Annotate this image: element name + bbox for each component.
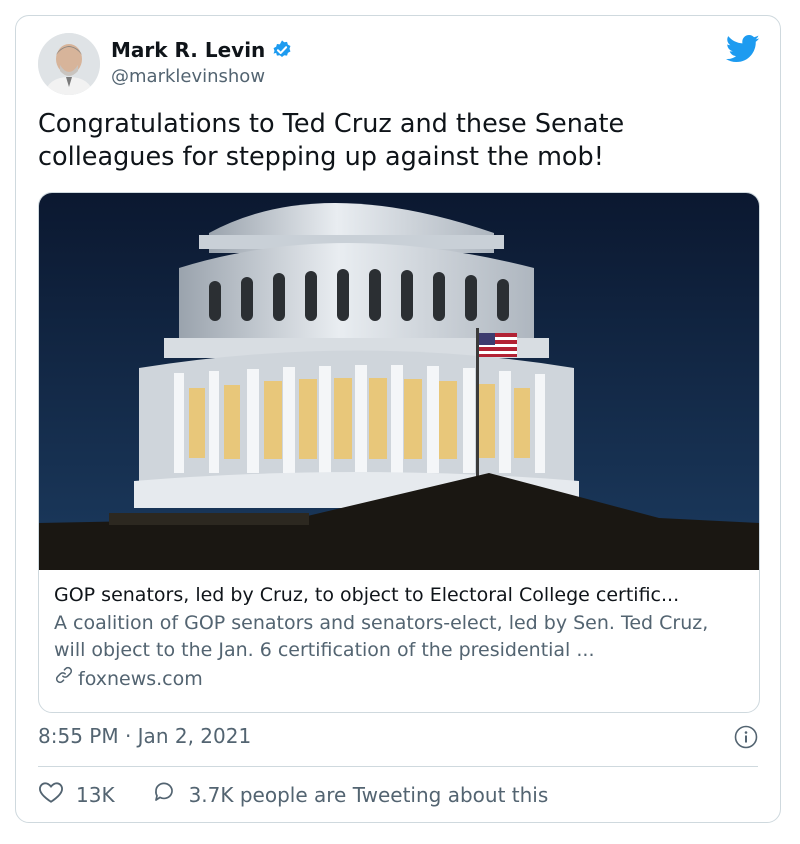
link-domain-row[interactable]: foxnews.com (54, 665, 744, 692)
link-preview-card[interactable]: GOP senators, led by Cruz, to object to … (38, 192, 760, 713)
link-title[interactable]: GOP senators, led by Cruz, to object to … (54, 582, 744, 608)
capitol-dome-image (39, 193, 759, 570)
tweet-actions: 13K 3.7K people are Tweeting about this (38, 780, 584, 809)
link-description: A coalition of GOP senators and senators… (54, 612, 709, 661)
tweeting-about-text: 3.7K people are Tweeting about this (188, 782, 549, 807)
link-icon (54, 665, 74, 692)
author-handle[interactable]: @marklevinshow (111, 66, 265, 87)
like-count: 13K (76, 782, 115, 807)
tweet-text: Congratulations to Ted Cruz and these Se… (38, 109, 625, 172)
avatar[interactable] (38, 33, 100, 95)
like-button[interactable]: 13K (38, 780, 115, 809)
author-name[interactable]: Mark R. Levin (111, 38, 265, 62)
link-domain[interactable]: foxnews.com (78, 666, 203, 692)
heart-icon (38, 780, 64, 809)
reply-bubble-icon (151, 780, 177, 809)
twitter-bird-icon[interactable] (725, 34, 760, 64)
tweet-timestamp[interactable]: 8:55 PM · Jan 2, 2021 (38, 724, 251, 748)
link-preview-body: GOP senators, led by Cruz, to object to … (54, 582, 744, 692)
info-icon[interactable] (734, 725, 758, 749)
divider (38, 766, 758, 767)
author-name-row[interactable]: Mark R. Levin (111, 38, 293, 62)
reply-discussion-button[interactable]: 3.7K people are Tweeting about this (151, 780, 549, 809)
verified-badge-icon (271, 39, 293, 61)
tweet-card: Mark R. Levin @marklevinshow Congratulat… (15, 15, 781, 823)
